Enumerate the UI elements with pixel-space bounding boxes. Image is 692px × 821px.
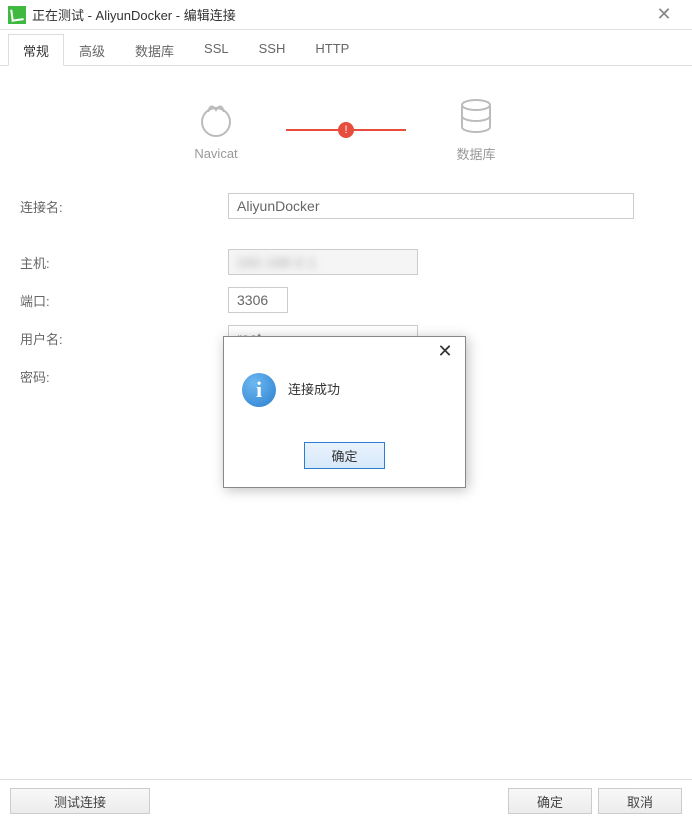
connection-name-input[interactable] xyxy=(228,193,634,219)
connection-diagram: Navicat ! 数据库 xyxy=(20,96,672,163)
tab-ssl[interactable]: SSL xyxy=(189,34,244,65)
dialog-close-button[interactable]: ✕ xyxy=(433,341,457,363)
diagram-database: 数据库 xyxy=(406,96,546,163)
connection-name-label: 连接名: xyxy=(20,197,228,216)
diagram-database-label: 数据库 xyxy=(456,144,495,163)
window-close-button[interactable]: ✕ xyxy=(644,1,684,29)
tab-advanced[interactable]: 高级 xyxy=(64,34,120,65)
database-icon xyxy=(456,96,496,136)
connection-status-badge: ! xyxy=(338,122,354,138)
ok-button[interactable]: 确定 xyxy=(508,788,592,814)
port-input[interactable] xyxy=(228,287,288,313)
navicat-icon xyxy=(196,98,236,138)
info-icon: i xyxy=(242,373,276,407)
dialog-message: 连接成功 xyxy=(288,373,340,398)
host-label: 主机: xyxy=(20,253,228,272)
test-connection-button[interactable]: 测试连接 xyxy=(10,788,150,814)
diagram-navicat-label: Navicat xyxy=(194,146,237,161)
connection-line: ! xyxy=(286,129,406,131)
tab-bar: 常规 高级 数据库 SSL SSH HTTP xyxy=(0,34,692,66)
diagram-navicat: Navicat xyxy=(146,98,286,161)
message-dialog: ✕ i 连接成功 确定 xyxy=(223,336,466,488)
bottom-toolbar: 测试连接 确定 取消 xyxy=(0,779,692,821)
window-title: 正在测试 - AliyunDocker - 编辑连接 xyxy=(32,5,644,24)
username-label: 用户名: xyxy=(20,329,228,348)
host-input[interactable]: 192.168.0.1 xyxy=(228,249,418,275)
tab-http[interactable]: HTTP xyxy=(300,34,364,65)
cancel-button[interactable]: 取消 xyxy=(598,788,682,814)
tab-ssh[interactable]: SSH xyxy=(244,34,301,65)
tab-database[interactable]: 数据库 xyxy=(120,34,189,65)
tab-general[interactable]: 常规 xyxy=(8,34,64,66)
titlebar: 正在测试 - AliyunDocker - 编辑连接 ✕ xyxy=(0,0,692,30)
dialog-ok-button[interactable]: 确定 xyxy=(304,442,384,469)
app-icon xyxy=(8,6,26,24)
password-label: 密码: xyxy=(20,367,228,386)
port-label: 端口: xyxy=(20,291,228,310)
